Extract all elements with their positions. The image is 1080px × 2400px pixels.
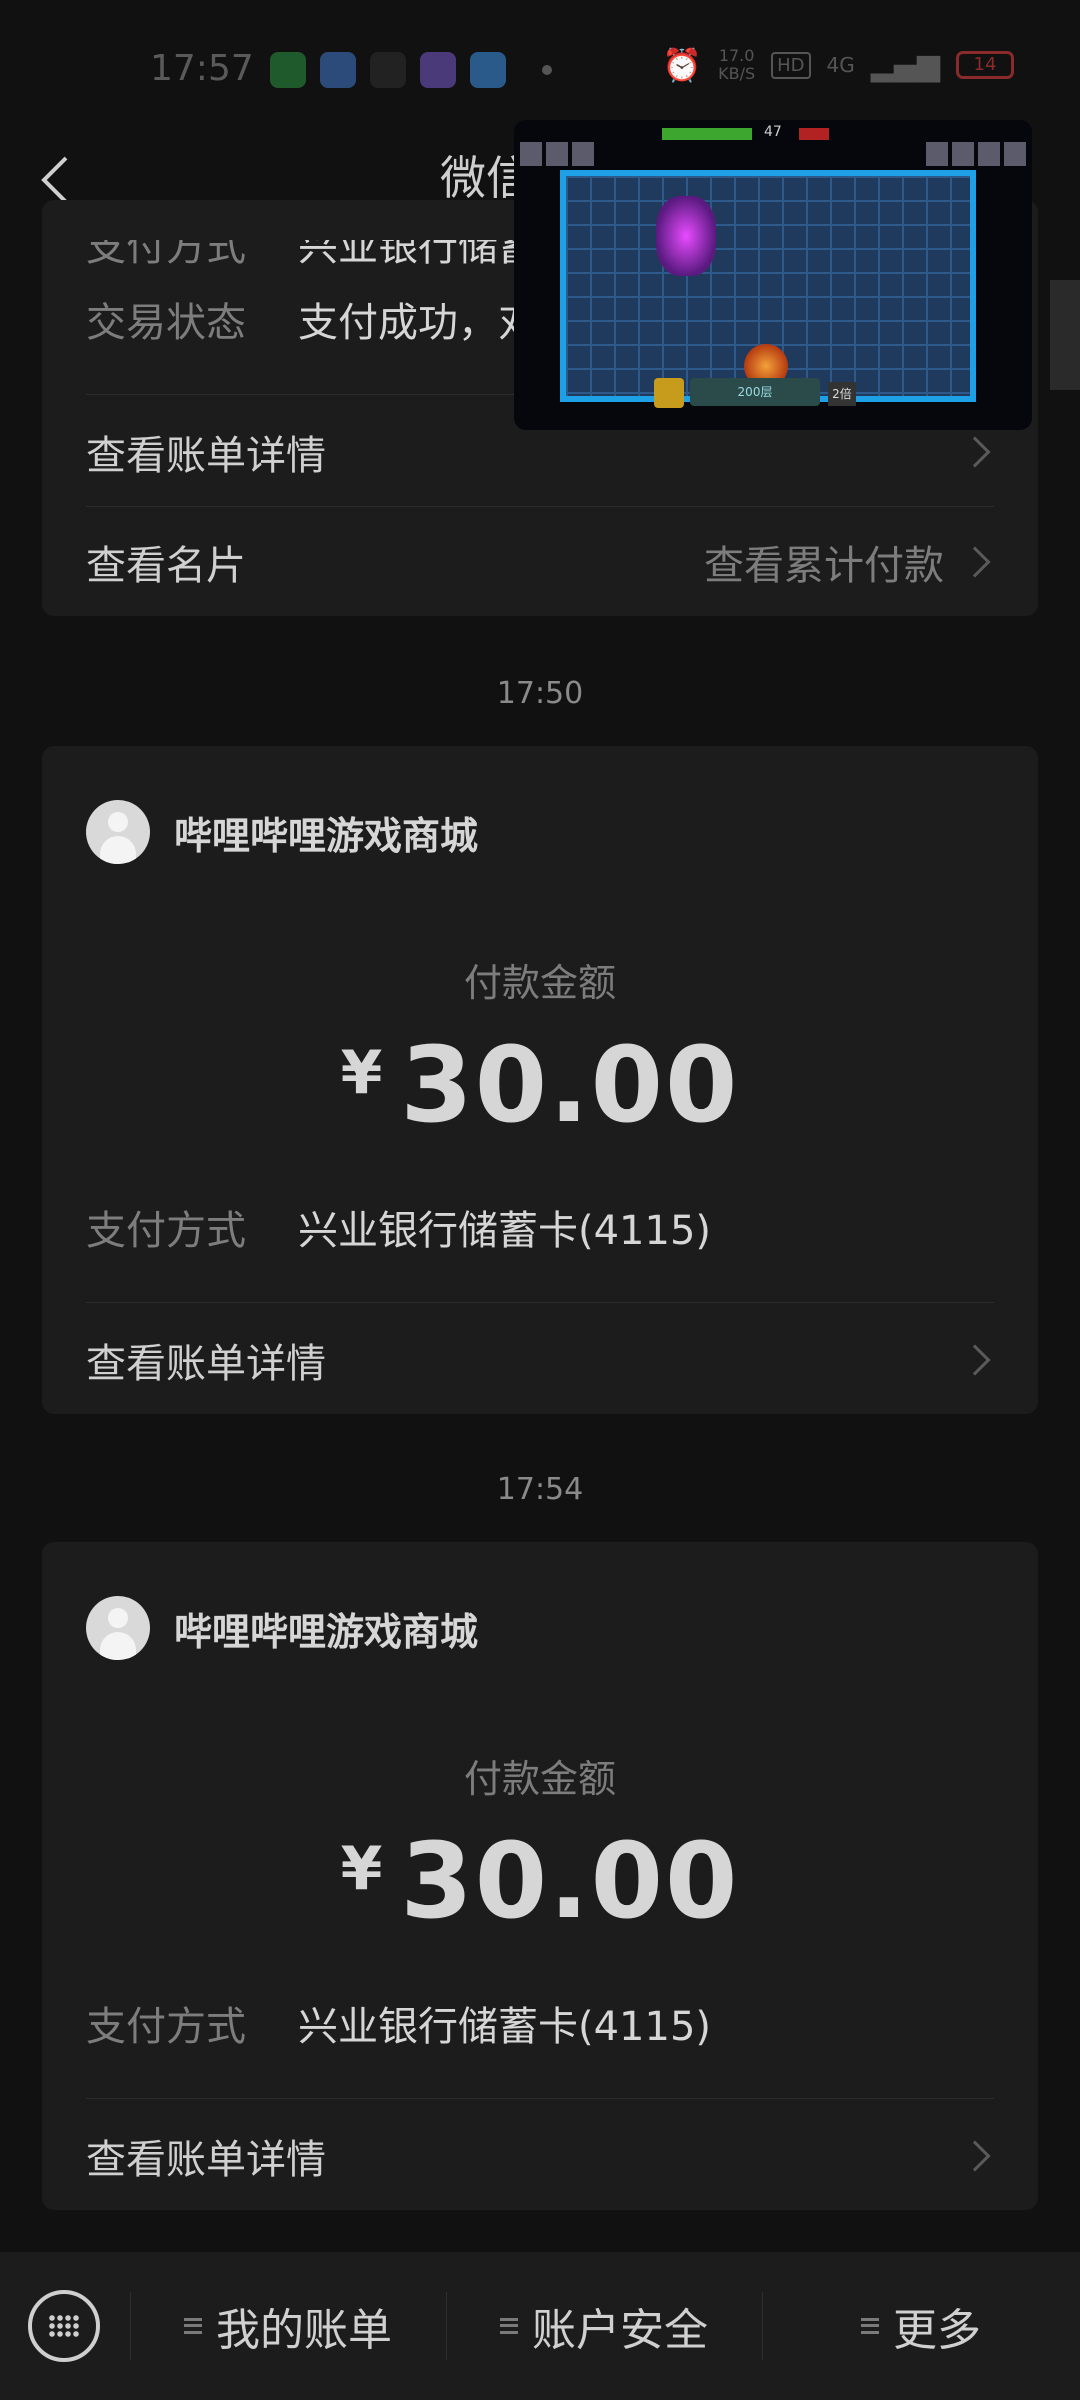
transaction-status-label: 交易状态 — [86, 300, 246, 346]
app-icon — [320, 52, 356, 88]
view-card-label: 查看名片 — [86, 543, 246, 589]
pip-score: 47 — [764, 124, 782, 140]
portrait — [1004, 142, 1026, 166]
battery-icon: 14 — [956, 51, 1014, 79]
floor-button: 200层 — [690, 378, 820, 406]
amount-value: 30.00 — [400, 1024, 740, 1146]
currency-symbol: ¥ — [340, 1834, 383, 1904]
more-notifications-icon — [542, 65, 552, 75]
pip-game-window[interactable]: 47 200层 2倍 — [514, 120, 1032, 430]
shop-icon — [654, 378, 684, 408]
hp-bar — [662, 128, 752, 140]
amount-label: 付款金额 — [463, 1757, 616, 1801]
enemy-hp-bar — [799, 128, 829, 140]
tab-label: 账户安全 — [532, 2305, 708, 2356]
team-portraits — [520, 142, 594, 166]
bottom-bar: 我的账单 账户安全 更多 — [0, 2252, 1080, 2400]
merchant[interactable]: 哔哩哔哩游戏商城 — [86, 1596, 478, 1660]
avatar — [86, 800, 150, 864]
view-bill-details-label: 查看账单详情 — [86, 1341, 326, 1387]
enemy-portraits — [926, 142, 1026, 166]
payment-method-value: 兴业银行储蓄 — [298, 224, 538, 270]
menu-icon — [500, 2318, 518, 2334]
amount-value: 30.00 — [400, 1820, 740, 1942]
row-right — [959, 436, 994, 468]
alarm-icon: ⏰ — [662, 46, 703, 84]
tab-account-security[interactable]: 账户安全 — [446, 2252, 762, 2400]
payment-method-value: 兴业银行储蓄卡(4115) — [298, 2004, 712, 2050]
payment-method-label: 支付方式 — [86, 2004, 246, 2050]
keyboard-toggle-button[interactable] — [28, 2290, 100, 2362]
view-cumulative-payments[interactable]: 查看累计付款 — [704, 533, 994, 591]
network-type: 4G — [826, 53, 855, 77]
tab-label: 我的账单 — [216, 2305, 392, 2356]
portrait — [926, 142, 948, 166]
menu-icon — [861, 2318, 879, 2334]
divider — [86, 506, 994, 507]
timestamp: 17:54 — [496, 1472, 584, 1507]
tab-label: 更多 — [893, 2305, 981, 2356]
game-board — [560, 170, 976, 402]
tab-my-bills[interactable]: 我的账单 — [130, 2252, 446, 2400]
view-cumulative-label: 查看累计付款 — [704, 543, 944, 589]
notification-icons — [270, 52, 552, 88]
telegram-icon — [470, 52, 506, 88]
net-speed: 17.0 KB/S — [718, 47, 755, 83]
chevron-right-icon — [959, 436, 991, 468]
payment-method-label: 支付方式 — [86, 224, 246, 270]
amount-label: 付款金额 — [463, 961, 616, 1005]
view-bill-details-label: 查看账单详情 — [86, 2137, 326, 2183]
avatar — [86, 1596, 150, 1660]
tab-more[interactable]: 更多 — [762, 2252, 1080, 2400]
tiktok-icon — [370, 52, 406, 88]
signal-icon: ▂▄▆ — [870, 47, 940, 83]
row-right — [959, 2140, 994, 2172]
payment-amount: ¥30.00 — [42, 1820, 1038, 1942]
transaction-status-value: 支付成功，对 — [298, 300, 538, 346]
enemy-sprite — [656, 196, 716, 276]
view-bill-details-row[interactable]: 查看账单详情 — [86, 1310, 994, 1410]
currency-symbol: ¥ — [340, 1038, 383, 1108]
chevron-right-icon — [959, 546, 991, 578]
status-right: ⏰ 17.0 KB/S HD 4G ▂▄▆ 14 — [662, 46, 1014, 84]
portrait — [952, 142, 974, 166]
merchant-name: 哔哩哔哩游戏商城 — [174, 813, 479, 858]
menu-icon — [184, 2318, 202, 2334]
view-card-row[interactable]: 查看名片 查看累计付款 — [86, 512, 994, 612]
app-icon — [270, 52, 306, 88]
hd-icon: HD — [771, 51, 811, 79]
video-app-icon — [420, 52, 456, 88]
status-time: 17:57 — [150, 48, 254, 89]
payment-amount: ¥30.00 — [42, 1024, 1038, 1146]
chevron-right-icon — [959, 2140, 991, 2172]
net-speed-value: 17.0 — [718, 46, 755, 65]
portrait — [546, 142, 568, 166]
merchant[interactable]: 哔哩哔哩游戏商城 — [86, 800, 478, 864]
speed-button: 2倍 — [828, 382, 856, 406]
portrait — [520, 142, 542, 166]
merchant-name: 哔哩哔哩游戏商城 — [174, 1609, 479, 1654]
divider — [86, 1302, 994, 1303]
status-bar: 17:57 ⏰ 17.0 KB/S HD 4G ▂▄▆ 14 — [0, 0, 1080, 140]
payment-method-label: 支付方式 — [86, 1208, 246, 1254]
chevron-right-icon — [959, 1344, 991, 1376]
view-bill-details-row[interactable]: 查看账单详情 — [86, 2106, 994, 2206]
view-bill-details-label: 查看账单详情 — [86, 433, 326, 479]
transaction-card: 哔哩哔哩游戏商城 付款金额 ¥30.00 支付方式 兴业银行储蓄卡(4115) … — [42, 746, 1038, 1414]
portrait — [978, 142, 1000, 166]
portrait — [572, 142, 594, 166]
payment-method-value: 兴业银行储蓄卡(4115) — [298, 1208, 712, 1254]
keyboard-icon — [48, 2314, 80, 2338]
divider — [86, 2098, 994, 2099]
row-right — [959, 1344, 994, 1376]
side-button-edge[interactable] — [1050, 280, 1080, 390]
net-speed-unit: KB/S — [718, 64, 756, 83]
transaction-card: 哔哩哔哩游戏商城 付款金额 ¥30.00 支付方式 兴业银行储蓄卡(4115) … — [42, 1542, 1038, 2210]
timestamp: 17:50 — [496, 676, 584, 711]
